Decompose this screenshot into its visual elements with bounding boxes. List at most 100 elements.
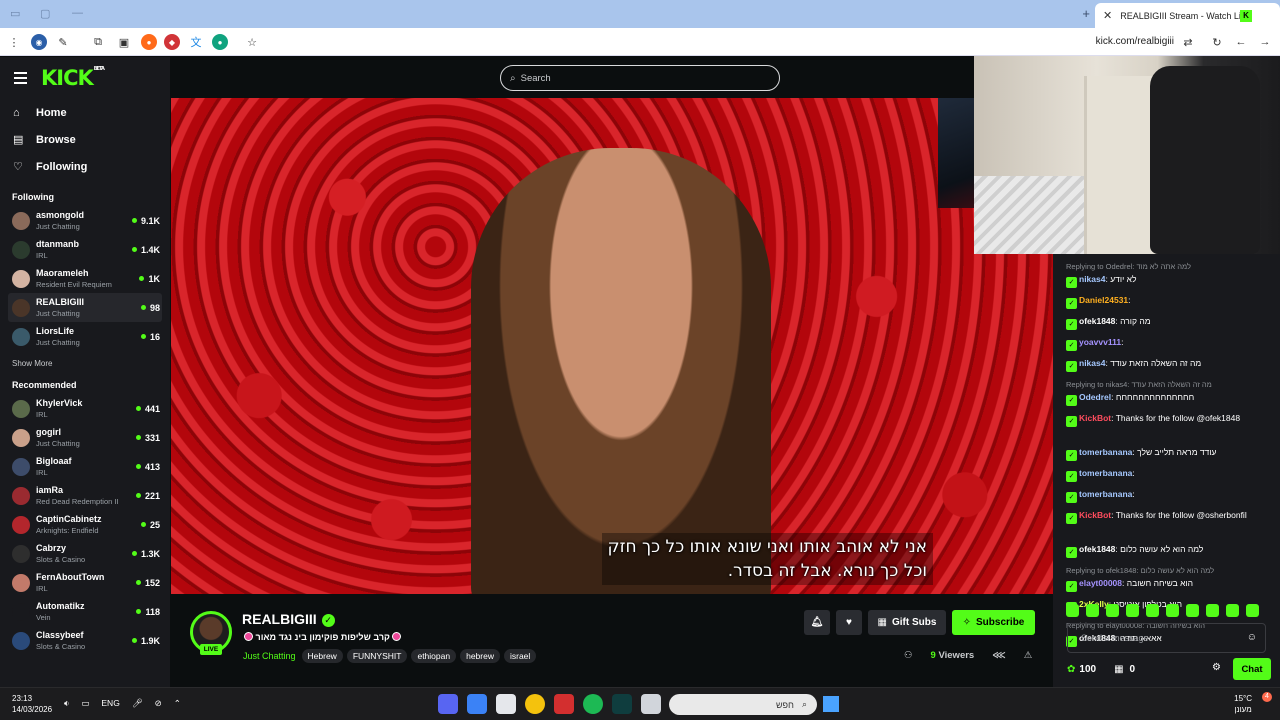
chat-username[interactable]: nikas4 bbox=[1079, 358, 1105, 368]
kick-logo[interactable]: KICKBETA bbox=[41, 66, 105, 90]
tag-ethiopan[interactable]: ethiopan bbox=[411, 649, 457, 663]
sidebar-channel-dtanmanb[interactable]: dtanmanb IRL 1.4K bbox=[0, 235, 170, 264]
nav-browse[interactable]: ▤ Browse bbox=[0, 126, 170, 153]
sidebar-channel-realbigiii[interactable]: REALBIGIII Just Chatting 98 bbox=[8, 293, 162, 322]
emote-icon[interactable] bbox=[1186, 604, 1199, 617]
chat-send-button[interactable]: Chat bbox=[1233, 658, 1271, 680]
reply-context[interactable]: Replying to Odedrel: למה אתה לא מוד bbox=[1066, 260, 1271, 273]
tag-hebrew-lower[interactable]: hebrew bbox=[460, 649, 500, 663]
sidebar-channel-iamra[interactable]: iamRa Red Dead Redemption II 221 bbox=[0, 481, 170, 510]
terminal-icon[interactable] bbox=[612, 694, 632, 714]
chat-username[interactable]: nikas4 bbox=[1079, 274, 1105, 284]
chat-username[interactable]: ofek1848 bbox=[1079, 316, 1115, 326]
network-icon[interactable]: ▭ bbox=[81, 698, 89, 709]
hamburger-menu-icon[interactable] bbox=[14, 72, 27, 84]
tab-kick[interactable]: ✕ REALBIGIII Stream - Watch Live K bbox=[1095, 3, 1280, 28]
chat-username[interactable]: KickBot bbox=[1079, 413, 1111, 423]
video-player[interactable]: אני לא אוהב אותו ואני שונא אותו כל כך חז… bbox=[171, 98, 1053, 594]
notification-bell-button[interactable]: 🔔︎ bbox=[804, 610, 830, 635]
notepad-icon[interactable] bbox=[496, 694, 516, 714]
chat-username[interactable]: KickBot bbox=[1079, 510, 1111, 520]
chat-username[interactable]: Daniel24531 bbox=[1079, 295, 1128, 305]
notification-badge[interactable]: 4 bbox=[1262, 692, 1272, 702]
gift-subs-button[interactable]: ▦ Gift Subs bbox=[868, 610, 946, 635]
taskbar-search[interactable]: חפש ⌕ bbox=[669, 694, 817, 715]
emote-icon[interactable] bbox=[1206, 604, 1219, 617]
sidebar-channel-asmongold[interactable]: asmongold Just Chatting 9.1K bbox=[0, 206, 170, 235]
sidebar-channel-automatikz[interactable]: Automatikz Vein 118 bbox=[0, 597, 170, 626]
sidebar-channel-gogirl[interactable]: gogirl Just Chatting 331 bbox=[0, 423, 170, 452]
extension-pen-icon[interactable]: ✎ bbox=[55, 34, 71, 50]
streamer-name[interactable]: REALBIGIII ✓ bbox=[242, 611, 335, 627]
tag-funnyshit[interactable]: FUNNYSHIT bbox=[346, 649, 408, 663]
volume-icon[interactable]: 🔉︎ bbox=[64, 698, 69, 709]
nav-home[interactable]: ⌂ Home bbox=[0, 99, 170, 126]
emoji-picker-icon[interactable]: ☺ bbox=[1247, 632, 1257, 643]
mic-icon[interactable]: 🎤︎ bbox=[132, 698, 143, 709]
tag-israel[interactable]: israel bbox=[503, 649, 537, 663]
extension-screen-icon[interactable]: ▣ bbox=[116, 34, 132, 50]
clock[interactable]: 23:13 14/03/2026 bbox=[12, 693, 52, 715]
reload-icon[interactable]: ↻ bbox=[1209, 34, 1225, 50]
extension-globe-icon[interactable]: ◉ bbox=[31, 34, 47, 50]
gift-count[interactable]: 0 bbox=[1130, 664, 1136, 675]
sidebar-channel-classybeef[interactable]: Classybeef Slots & Casino 1.9K bbox=[0, 626, 170, 655]
chat-username[interactable]: tomerbanana bbox=[1079, 468, 1132, 478]
new-tab-button[interactable]: + bbox=[1082, 6, 1090, 21]
sidebar-channel-captincabinetz[interactable]: CaptinCabinetz Arknights: Endfield 25 bbox=[0, 510, 170, 539]
chat-username[interactable]: Odedrel bbox=[1079, 392, 1111, 402]
emote-icon[interactable] bbox=[1086, 604, 1099, 617]
reply-context[interactable]: Replying to ofek1848: למה הוא לא עושה כל… bbox=[1066, 564, 1271, 577]
follow-heart-button[interactable]: ♥ bbox=[836, 610, 862, 635]
search-input[interactable]: ⌕ Search bbox=[500, 65, 780, 91]
minimize-icon[interactable]: — bbox=[72, 7, 83, 19]
category-link[interactable]: Just Chatting bbox=[243, 651, 296, 661]
sidebar-channel-khylervick[interactable]: KhylerVick IRL 441 bbox=[0, 394, 170, 423]
close-tab-icon[interactable]: ✕ bbox=[1103, 9, 1112, 22]
chat-username[interactable]: ofek1848 bbox=[1079, 544, 1115, 554]
weather-widget[interactable]: 15°C מעונן bbox=[1234, 693, 1252, 715]
extensions-puzzle-icon[interactable]: ⧉ bbox=[90, 34, 106, 50]
apps-grid-icon[interactable] bbox=[467, 694, 487, 714]
menu-dots-icon[interactable]: ⋮ bbox=[6, 34, 22, 50]
emote-icon[interactable] bbox=[1106, 604, 1119, 617]
share-icon[interactable]: ⋘ bbox=[992, 650, 1006, 661]
report-icon[interactable]: ⚠ bbox=[1024, 650, 1033, 661]
chat-message-input[interactable]: Send a message ☺ bbox=[1067, 623, 1266, 653]
emote-icon[interactable] bbox=[1126, 604, 1139, 617]
sidebar-channel-liorslife[interactable]: LiorsLife Just Chatting 16 bbox=[0, 322, 170, 351]
emote-icon[interactable] bbox=[1166, 604, 1179, 617]
show-more-link[interactable]: Show More bbox=[0, 359, 170, 368]
discord-icon[interactable] bbox=[438, 694, 458, 714]
file-explorer-icon[interactable] bbox=[641, 694, 661, 714]
chat-settings-icon[interactable]: ⚙ bbox=[1212, 662, 1221, 673]
extension-green-icon[interactable]: ● bbox=[212, 34, 228, 50]
chat-username[interactable]: elayt00008 bbox=[1079, 578, 1122, 588]
address-bar-url[interactable]: kick.com/realbigiii bbox=[1096, 36, 1174, 47]
chat-username[interactable]: yoavvv111 bbox=[1079, 337, 1121, 347]
reply-context[interactable]: Replying to nikas4: מה זה השאלה הזאת עוד… bbox=[1066, 378, 1271, 391]
emote-icon[interactable] bbox=[1146, 604, 1159, 617]
app-red-icon[interactable] bbox=[554, 694, 574, 714]
sidebar-channel-maorameleh[interactable]: Maorameleh Resident Evil Requiem 1K bbox=[0, 264, 170, 293]
back-icon[interactable]: → bbox=[1257, 34, 1273, 50]
sidebar-channel-bigloaaf[interactable]: Bigloaaf IRL 413 bbox=[0, 452, 170, 481]
emote-icon[interactable] bbox=[1226, 604, 1239, 617]
forward-icon[interactable]: ← bbox=[1233, 34, 1249, 50]
window-icon[interactable]: ▭ bbox=[10, 7, 20, 20]
sidebar-channel-cabrzy[interactable]: Cabrzy Slots & Casino 1.3K bbox=[0, 539, 170, 568]
points-count[interactable]: 100 bbox=[1079, 664, 1096, 675]
mute-icon[interactable]: ⊘ bbox=[155, 698, 162, 709]
bookmark-star-icon[interactable]: ☆ bbox=[244, 34, 260, 50]
emote-icon[interactable] bbox=[1066, 604, 1079, 617]
sidebar-channel-fernabouttown[interactable]: FernAboutTown IRL 152 bbox=[0, 568, 170, 597]
chat-username[interactable]: tomerbanana bbox=[1079, 489, 1132, 499]
tab-group-icon[interactable]: ▢ bbox=[40, 7, 50, 20]
emote-icon[interactable] bbox=[1246, 604, 1259, 617]
subscribe-button[interactable]: ✧ Subscribe bbox=[952, 610, 1035, 635]
tag-hebrew[interactable]: Hebrew bbox=[301, 649, 343, 663]
spotify-icon[interactable] bbox=[583, 694, 603, 714]
chevron-up-icon[interactable]: ⌃ bbox=[174, 698, 181, 709]
site-settings-icon[interactable]: ⇄ bbox=[1180, 34, 1196, 50]
extension-red-icon[interactable]: ◆ bbox=[164, 34, 180, 50]
